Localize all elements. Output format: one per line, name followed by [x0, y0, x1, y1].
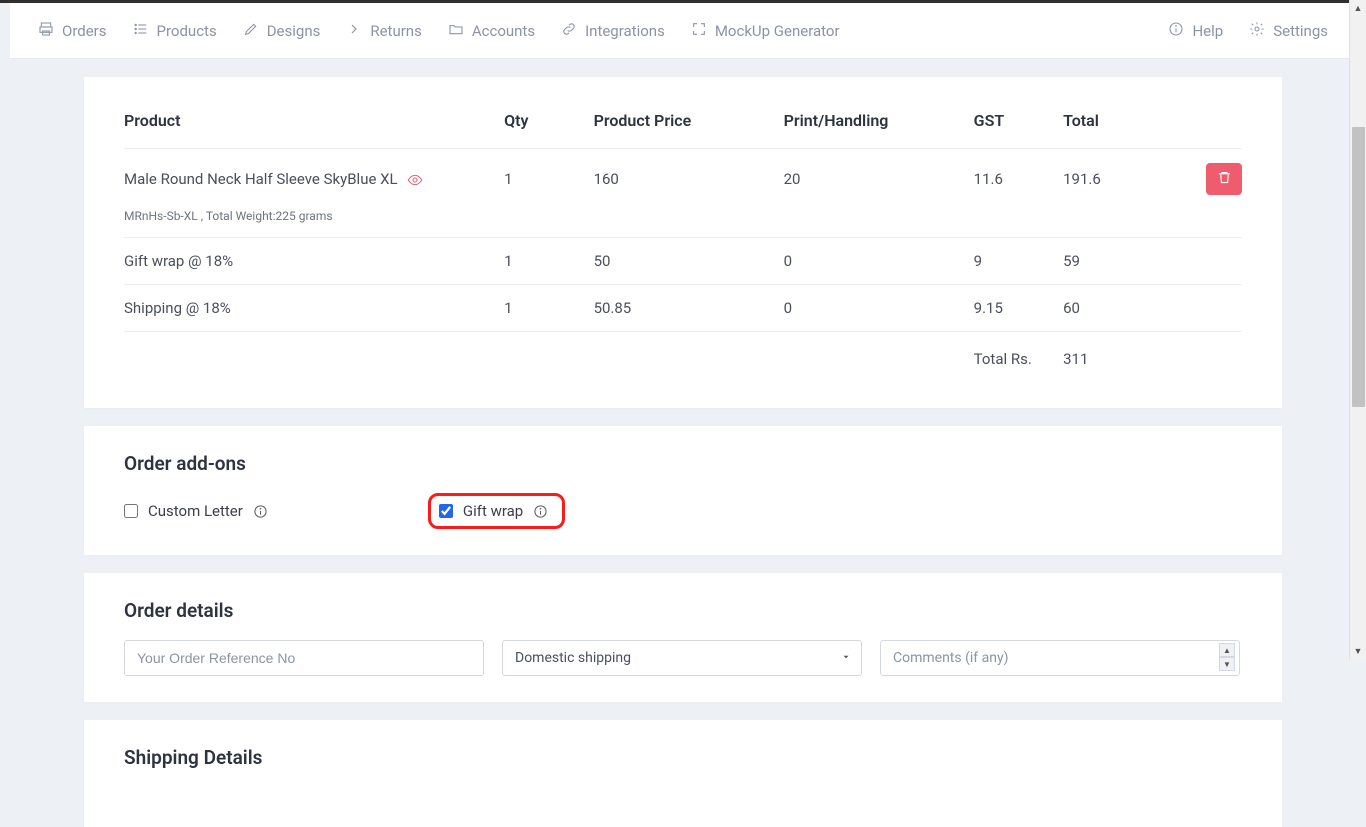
addons-card: Order add-ons Custom Letter Gift wrap — [84, 426, 1282, 555]
cell-print: 20 — [784, 149, 974, 210]
table-row: Gift wrap @ 18% 1 50 0 9 59 — [124, 238, 1242, 285]
shipping-select[interactable]: Domestic shipping — [502, 640, 862, 676]
product-meta: MRnHs-Sb-XL , Total Weight:225 grams — [124, 209, 1242, 238]
product-name: Shipping @ 18% — [124, 285, 504, 332]
cell-price: 50.85 — [594, 285, 784, 332]
scroll-track[interactable] — [1350, 17, 1366, 643]
delete-row-button[interactable] — [1206, 163, 1242, 195]
folder-icon — [448, 21, 464, 41]
nav-mockup-label: MockUp Generator — [715, 22, 840, 40]
cell-gst: 11.6 — [974, 149, 1063, 210]
comments-input[interactable]: Comments (if any) ▲ ▼ — [880, 640, 1240, 676]
cell-qty: 1 — [504, 149, 593, 210]
gear-icon — [1249, 21, 1265, 41]
expand-icon — [691, 21, 707, 41]
scroll-thumb[interactable] — [1352, 127, 1365, 407]
eye-icon[interactable] — [407, 172, 423, 188]
nav-integrations-label: Integrations — [585, 22, 665, 40]
nav-products[interactable]: Products — [133, 21, 217, 41]
cell-total: 191.6 — [1063, 149, 1197, 210]
cell-price: 50 — [594, 238, 784, 285]
shipping-details-card: Shipping Details — [84, 720, 1282, 827]
nav-orders[interactable]: Orders — [38, 21, 107, 41]
col-qty: Qty — [504, 103, 593, 149]
col-product: Product — [124, 103, 504, 149]
cell-total: 60 — [1063, 285, 1197, 332]
summary-value: 311 — [1063, 332, 1197, 383]
spinner-down[interactable]: ▼ — [1219, 657, 1235, 671]
cell-total: 59 — [1063, 238, 1197, 285]
shipping-selected-value: Domestic shipping — [515, 650, 631, 666]
custom-letter-label: Custom Letter — [148, 502, 243, 520]
cell-gst: 9.15 — [974, 285, 1063, 332]
product-name: Gift wrap @ 18% — [124, 238, 504, 285]
nav-accounts-label: Accounts — [472, 22, 535, 40]
col-total: Total — [1063, 103, 1197, 149]
trash-icon — [1217, 170, 1232, 189]
info-icon[interactable] — [533, 504, 548, 519]
details-title: Order details — [124, 599, 1242, 622]
cell-print: 0 — [784, 238, 974, 285]
comments-placeholder: Comments (if any) — [893, 650, 1008, 666]
cell-print: 0 — [784, 285, 974, 332]
nav-returns-label: Returns — [370, 22, 421, 40]
col-print: Print/Handling — [784, 103, 974, 149]
cell-gst: 9 — [974, 238, 1063, 285]
cell-qty: 1 — [504, 285, 593, 332]
info-icon[interactable] — [253, 504, 268, 519]
table-row: Shipping @ 18% 1 50.85 0 9.15 60 — [124, 285, 1242, 332]
info-icon — [1168, 21, 1184, 41]
addons-title: Order add-ons — [124, 452, 1242, 475]
nav-settings-label: Settings — [1273, 22, 1328, 40]
vertical-scrollbar[interactable]: ▲ ▼ — [1349, 0, 1366, 660]
summary-row: Total Rs. 311 — [124, 332, 1242, 383]
top-nav: Orders Products Designs Returns Accounts… — [10, 3, 1356, 59]
order-items-card: Product Qty Product Price Print/Handling… — [84, 77, 1282, 408]
list-icon — [133, 21, 149, 41]
custom-letter-checkbox[interactable] — [124, 504, 138, 518]
nav-returns[interactable]: Returns — [346, 21, 421, 41]
summary-label: Total Rs. — [974, 332, 1063, 383]
scroll-down-button[interactable]: ▼ — [1350, 643, 1366, 660]
cell-qty: 1 — [504, 238, 593, 285]
scroll-up-button[interactable]: ▲ — [1350, 0, 1366, 17]
nav-accounts[interactable]: Accounts — [448, 21, 535, 41]
nav-designs[interactable]: Designs — [243, 21, 321, 41]
gift-wrap-highlight: Gift wrap — [428, 493, 565, 529]
nav-designs-label: Designs — [267, 22, 321, 40]
nav-settings[interactable]: Settings — [1249, 21, 1328, 41]
printer-icon — [38, 21, 54, 41]
col-gst: GST — [974, 103, 1063, 149]
nav-mockup[interactable]: MockUp Generator — [691, 21, 840, 41]
shipping-title: Shipping Details — [124, 746, 1242, 769]
addon-gift-wrap[interactable]: Gift wrap — [439, 502, 548, 520]
gift-wrap-checkbox[interactable] — [439, 504, 453, 518]
spinner-controls: ▲ ▼ — [1219, 643, 1235, 671]
link-icon — [561, 21, 577, 41]
cell-price: 160 — [594, 149, 784, 210]
spinner-up[interactable]: ▲ — [1219, 643, 1235, 657]
caret-down-icon — [841, 650, 851, 666]
order-details-card: Order details Domestic shipping Comments… — [84, 573, 1282, 702]
pencil-icon — [243, 21, 259, 41]
addon-custom-letter[interactable]: Custom Letter — [124, 502, 268, 520]
table-row: Male Round Neck Half Sleeve SkyBlue XL 1… — [124, 149, 1242, 210]
order-items-table: Product Qty Product Price Print/Handling… — [124, 103, 1242, 382]
nav-integrations[interactable]: Integrations — [561, 21, 665, 41]
nav-help[interactable]: Help — [1168, 21, 1223, 41]
col-price: Product Price — [594, 103, 784, 149]
nav-help-label: Help — [1192, 22, 1223, 40]
nav-products-label: Products — [157, 22, 217, 40]
chevron-right-icon — [346, 21, 362, 41]
order-ref-input[interactable] — [124, 640, 484, 676]
gift-wrap-label: Gift wrap — [463, 502, 523, 520]
product-name: Male Round Neck Half Sleeve SkyBlue XL — [124, 170, 398, 188]
nav-orders-label: Orders — [62, 22, 107, 40]
